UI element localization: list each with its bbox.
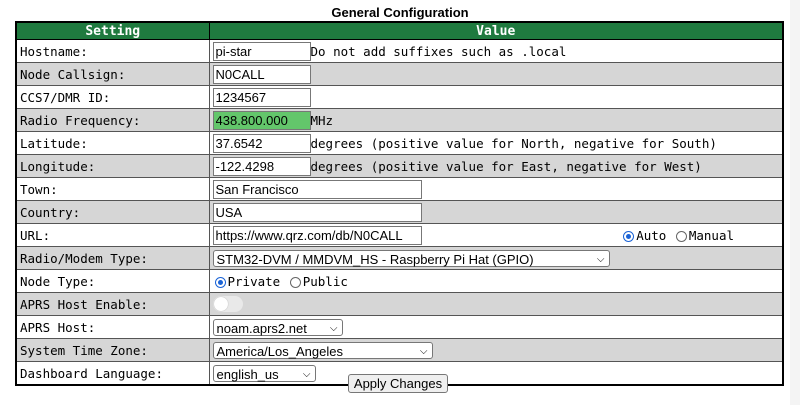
town-input[interactable]: [212, 179, 422, 199]
table-row: CCS7/DMR ID:: [15, 85, 784, 109]
table-row: Latitude: degrees (positive value for No…: [15, 131, 784, 155]
table-row: Node Callsign:: [15, 62, 784, 86]
url-input[interactable]: [212, 225, 422, 245]
chevron-down-icon: ⌵: [329, 322, 338, 334]
frequency-input[interactable]: [212, 110, 311, 130]
table-row: URL: Auto Manual: [15, 223, 784, 247]
latitude-note: degrees (positive value for North, negat…: [310, 135, 717, 151]
timezone-label: System Time Zone:: [15, 338, 210, 362]
table-row: Hostname: Do not add suffixes such as .l…: [15, 39, 784, 63]
country-label: Country:: [15, 200, 210, 224]
page-title: General Configuration: [331, 5, 469, 20]
modem-value: STM32-DVM / MMDVM_HS - Raspberry Pi Hat …: [216, 251, 534, 267]
town-label: Town:: [15, 177, 210, 201]
nodetype-private-radio[interactable]: [214, 276, 226, 288]
aprs-host-label: APRS Host:: [15, 315, 210, 339]
aprs-enable-label: APRS Host Enable:: [15, 292, 210, 316]
setting-header: Setting: [15, 21, 210, 40]
longitude-note: degrees (positive value for East, negati…: [310, 158, 702, 174]
nodetype-private-label: Private: [227, 273, 281, 289]
modem-select[interactable]: STM32-DVM / MMDVM_HS - Raspberry Pi Hat …: [212, 249, 610, 267]
aprs-host-select[interactable]: noam.aprs2.net ⌵: [212, 318, 343, 336]
table-row: Town:: [15, 177, 784, 201]
config-table: Setting Value Hostname: Do not add suffi…: [15, 21, 784, 386]
aprs-enable-toggle[interactable]: [212, 296, 243, 313]
longitude-input[interactable]: [212, 156, 311, 176]
hostname-note: Do not add suffixes such as .local: [310, 43, 567, 59]
value-header: Value: [208, 21, 784, 40]
language-label: Dashboard Language:: [15, 361, 210, 386]
table-row: System Time Zone: America/Los_Angeles ⌵: [15, 338, 784, 362]
chevron-down-icon: ⌵: [302, 368, 311, 380]
table-row: Radio Frequency: MHz: [15, 108, 784, 132]
language-value: english_us: [216, 366, 279, 382]
url-manual-radio[interactable]: [675, 231, 687, 242]
url-auto-label: Auto: [636, 228, 667, 243]
nodetype-label: Node Type:: [15, 269, 210, 293]
table-row: Country:: [15, 200, 784, 224]
url-label: URL:: [15, 223, 210, 247]
table-row: Longitude: degrees (positive value for E…: [15, 154, 784, 178]
aprs-host-value: noam.aprs2.net: [216, 320, 307, 336]
table-row: Node Type: Private Public: [15, 269, 784, 293]
language-select[interactable]: english_us ⌵: [212, 364, 316, 382]
table-row: APRS Host Enable:: [15, 292, 784, 316]
latitude-input[interactable]: [212, 133, 311, 153]
nodetype-public-label: Public: [302, 273, 348, 289]
url-auto-radio[interactable]: [623, 231, 635, 242]
dmrid-label: CCS7/DMR ID:: [15, 85, 210, 109]
frequency-unit: MHz: [310, 112, 334, 128]
table-row: APRS Host: noam.aprs2.net ⌵: [15, 315, 784, 339]
timezone-select[interactable]: America/Los_Angeles ⌵: [212, 341, 433, 359]
freq-label: Radio Frequency:: [15, 108, 210, 132]
timezone-value: America/Los_Angeles: [216, 343, 343, 359]
url-manual-label: Manual: [688, 228, 734, 243]
chevron-down-icon: ⌵: [419, 345, 428, 357]
table-header: Setting Value: [15, 21, 784, 40]
latitude-label: Latitude:: [15, 131, 210, 155]
hostname-input[interactable]: [212, 41, 311, 61]
dmrid-input[interactable]: [212, 87, 311, 107]
toggle-knob: [213, 297, 228, 312]
table-row: Radio/Modem Type: STM32-DVM / MMDVM_HS -…: [15, 246, 784, 270]
longitude-label: Longitude:: [15, 154, 210, 178]
modem-label: Radio/Modem Type:: [15, 246, 210, 270]
callsign-input[interactable]: [212, 64, 311, 84]
scrollbar[interactable]: [790, 0, 800, 405]
nodetype-public-radio[interactable]: [289, 276, 301, 288]
apply-changes-button[interactable]: Apply Changes: [348, 374, 448, 393]
chevron-down-icon: ⌵: [596, 253, 605, 265]
callsign-label: Node Callsign:: [15, 62, 210, 86]
country-input[interactable]: [212, 202, 422, 222]
hostname-label: Hostname:: [15, 39, 210, 63]
